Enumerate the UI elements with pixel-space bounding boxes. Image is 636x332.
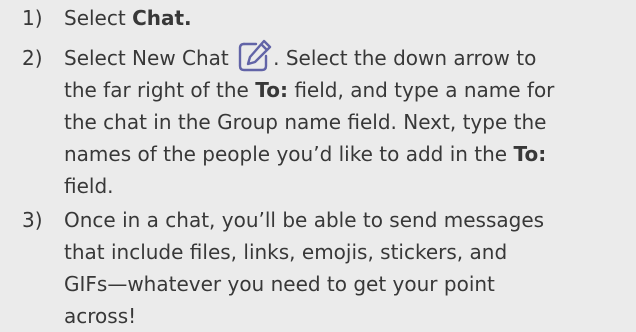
text: field. (64, 174, 114, 198)
step-line: across! (64, 300, 632, 332)
step-text: Once in a chat, you’ll be able to send m… (64, 204, 632, 332)
step-line: the far right of the To: field, and type… (64, 74, 632, 106)
step-line: the chat in the Group name field. Next, … (64, 106, 632, 138)
step-line: Select Chat. (64, 2, 632, 34)
step-line: that include files, links, emojis, stick… (64, 236, 632, 268)
text: the chat in the Group name field. Next, … (64, 110, 547, 134)
text: Select (64, 6, 133, 30)
step-text: Select Chat. (64, 2, 632, 34)
step-number: 1) (22, 6, 43, 30)
text: GIFs—whatever you need to get your point (64, 272, 495, 296)
text: Once in a chat, you’ll be able to send m… (64, 208, 545, 232)
step-line: field. (64, 170, 632, 202)
bold-text: Chat. (132, 6, 192, 30)
step-number: 3) (22, 208, 43, 232)
text: that include files, links, emojis, stick… (64, 240, 508, 264)
text: across! (64, 304, 137, 328)
text: Select New Chat (64, 46, 236, 70)
new-chat-compose-icon (237, 38, 273, 72)
bold-text: To: (513, 142, 547, 166)
text: . Select the down arrow to (273, 46, 537, 70)
text: field, and type a name for (287, 78, 555, 102)
step-text: Select New Chat . Select the down arrow … (64, 39, 632, 202)
instruction-steps: 1) Select Chat. 2) Select New Chat . Sel… (0, 0, 636, 332)
step-line: GIFs—whatever you need to get your point (64, 268, 632, 300)
step-line: names of the people you’d like to add in… (64, 138, 632, 170)
text: the far right of the (64, 78, 256, 102)
step-line: Select New Chat . Select the down arrow … (64, 39, 632, 74)
bold-text: To: (255, 78, 288, 102)
text: names of the people you’d like to add in… (64, 142, 514, 166)
step-number: 2) (22, 46, 43, 70)
step-line: Once in a chat, you’ll be able to send m… (64, 204, 632, 236)
